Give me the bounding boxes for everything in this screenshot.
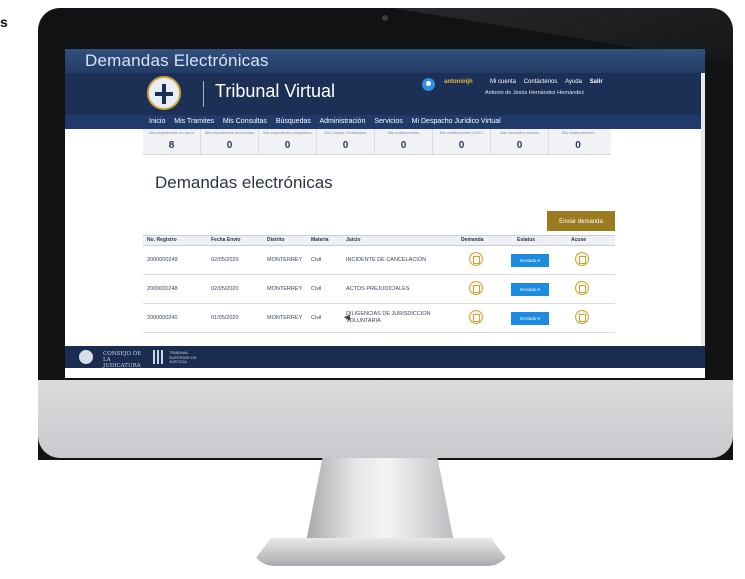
- receipt-document-icon[interactable]: [575, 310, 589, 324]
- stat-value: 0: [284, 140, 291, 151]
- app-topbar: Demandas Electrónicas: [65, 49, 705, 73]
- stat-notificaciones-unfc[interactable]: Mis notificaciones UNFC 0: [433, 129, 491, 154]
- stat-label: Mis colaboradores: [561, 131, 595, 135]
- header-acuse[interactable]: Acuse: [571, 237, 586, 243]
- demands-table: No. Registro Fecha Envío Distrito Materi…: [143, 235, 615, 333]
- contact-link[interactable]: Contáctenos: [524, 79, 558, 85]
- site-header: Tribunal Virtual antonioijh Mi cuenta Co…: [65, 73, 705, 115]
- status-dropdown[interactable]: Enviado ▾: [511, 312, 549, 325]
- header-estatus[interactable]: Estatus: [517, 237, 535, 243]
- nav-item-servicios[interactable]: Servicios: [374, 118, 402, 125]
- stats-bar: Mis expedientes en turno 8 Mis expediente…: [143, 129, 611, 155]
- stat-label: Mis expedientes en turno: [149, 131, 194, 135]
- camera-dot: [382, 15, 388, 21]
- stat-label: Mis notificaciones UNFC: [439, 131, 484, 135]
- footer-seal-icon: [79, 350, 93, 364]
- tsj-logo-text: TRIBUNAL SUPERIOR DE JUSTICIA: [169, 350, 197, 364]
- stat-value: 0: [226, 140, 233, 151]
- main-nav: Inicio Mis Tramites Mis Consultas Búsque…: [65, 115, 705, 129]
- nav-item-despacho[interactable]: Mi Despacho Jurídico Virtual: [412, 118, 501, 125]
- cell-juicio: DILIGENCIAS DE JURISDICCION VOLUNTARIA: [346, 311, 431, 324]
- table-row[interactable]: 2000000249 02/05/2020 MONTERREY Civil IN…: [143, 246, 615, 275]
- tsj-building-icon: [153, 350, 165, 364]
- stat-label: Mis expedientes archivados: [204, 131, 255, 135]
- cell-registro: 2000000248: [147, 286, 178, 292]
- stat-value: 0: [400, 140, 407, 151]
- cell-juicio: INCIDENTE DE CANCELACIÓN: [346, 257, 427, 263]
- stat-value: 8: [168, 140, 175, 151]
- header-juicio[interactable]: Juicio: [346, 237, 360, 243]
- demand-document-icon[interactable]: [469, 281, 483, 295]
- help-link[interactable]: Ayuda: [565, 79, 582, 85]
- stat-label: Mis Copias Certificadas: [324, 131, 367, 135]
- cell-juicio: ACTOS PREJUDICIALES: [346, 286, 410, 292]
- monitor-chin: [38, 380, 733, 458]
- table-row[interactable]: 2000000248 02/05/2020 MONTERREY Civil AC…: [143, 275, 615, 304]
- cell-fecha: 02/05/2020: [211, 286, 239, 292]
- stat-colaboradores[interactable]: Mis colaboradores 0: [549, 129, 607, 154]
- header-distrito[interactable]: Distrito: [267, 237, 285, 243]
- corner-text: s: [0, 14, 8, 30]
- demand-document-icon[interactable]: [469, 310, 483, 324]
- site-footer: CONSEJO DE LA JUDICATURA TRIBUNAL SUPERI…: [65, 346, 705, 369]
- scrollbar[interactable]: [701, 73, 705, 346]
- browser-screen: Demandas Electrónicas Tribunal Virtual a…: [65, 49, 705, 378]
- monitor-base: [250, 538, 512, 566]
- header-registro[interactable]: No. Registro: [147, 237, 177, 243]
- cell-distrito: MONTERREY: [267, 257, 303, 263]
- cell-distrito: MONTERREY: [267, 286, 303, 292]
- nav-item-busquedas[interactable]: Búsquedas: [276, 118, 311, 125]
- window-title: Demandas Electrónicas: [85, 51, 269, 70]
- stat-label: Mis mensajes nuevos: [500, 131, 539, 135]
- nav-item-tramites[interactable]: Mis Tramites: [174, 118, 214, 125]
- consejo-logo-text: CONSEJO DE LA JUDICATURA: [103, 351, 142, 369]
- nav-item-consultas[interactable]: Mis Consultas: [223, 118, 267, 125]
- stat-value: 0: [342, 140, 349, 151]
- receipt-document-icon[interactable]: [575, 252, 589, 266]
- stat-notificaciones[interactable]: Mis notificaciones 0: [375, 129, 433, 154]
- cell-registro: 2000000249: [147, 257, 178, 263]
- header-materia[interactable]: Materia: [311, 237, 329, 243]
- demand-document-icon[interactable]: [469, 252, 483, 266]
- brand-name[interactable]: Tribunal Virtual: [215, 81, 335, 102]
- status-dropdown[interactable]: Enviado ▾: [511, 283, 549, 296]
- header-divider: [203, 81, 204, 107]
- table-header: No. Registro Fecha Envío Distrito Materi…: [143, 235, 615, 246]
- cell-distrito: MONTERREY: [267, 315, 303, 321]
- user-full-name: Antonio de Jesús Hernández Hernández: [485, 90, 585, 96]
- stat-expedientes-turno[interactable]: Mis expedientes en turno 8: [143, 129, 201, 154]
- user-links: Mi cuenta Contáctenos Ayuda Salir: [484, 79, 603, 85]
- stat-mensajes-nuevos[interactable]: Mis mensajes nuevos 0: [491, 129, 549, 154]
- monitor-stand: [306, 458, 454, 540]
- logout-link[interactable]: Salir: [590, 79, 603, 85]
- header-demanda[interactable]: Demanda: [461, 237, 484, 243]
- cell-materia: Civil: [311, 286, 322, 292]
- stat-label: Mis notificaciones: [387, 131, 420, 135]
- page-title: Demandas electrónicas: [155, 173, 333, 192]
- nav-item-inicio[interactable]: Inicio: [149, 118, 165, 125]
- court-seal-icon[interactable]: [147, 76, 181, 110]
- table-row[interactable]: 2000000240 01/05/2020 MONTERREY Civil DI…: [143, 304, 615, 333]
- status-dropdown[interactable]: Enviado ▾: [511, 254, 549, 267]
- my-account-link[interactable]: Mi cuenta: [490, 79, 516, 85]
- cell-registro: 2000000240: [147, 315, 178, 321]
- cell-fecha: 02/05/2020: [211, 257, 239, 263]
- header-fecha[interactable]: Fecha Envío: [211, 237, 240, 243]
- send-demand-button[interactable]: Enviar demanda: [547, 211, 615, 231]
- cell-materia: Civil: [311, 257, 322, 263]
- receipt-document-icon[interactable]: [575, 281, 589, 295]
- cell-fecha: 01/05/2020: [211, 315, 239, 321]
- stat-label: Mis expedientes asignados: [263, 131, 312, 135]
- stat-expedientes-asignados[interactable]: Mis expedientes asignados 0: [259, 129, 317, 154]
- user-icon: [422, 78, 435, 91]
- stat-expedientes-archivados[interactable]: Mis expedientes archivados 0: [201, 129, 259, 154]
- stat-copias-certificadas[interactable]: Mis Copias Certificadas 0: [317, 129, 375, 154]
- stat-value: 0: [516, 140, 523, 151]
- stat-value: 0: [575, 140, 581, 151]
- nav-item-administracion[interactable]: Administración: [319, 118, 365, 125]
- cell-materia: Civil: [311, 315, 322, 321]
- username-link[interactable]: antonioijh: [444, 79, 473, 85]
- stat-value: 0: [458, 140, 465, 151]
